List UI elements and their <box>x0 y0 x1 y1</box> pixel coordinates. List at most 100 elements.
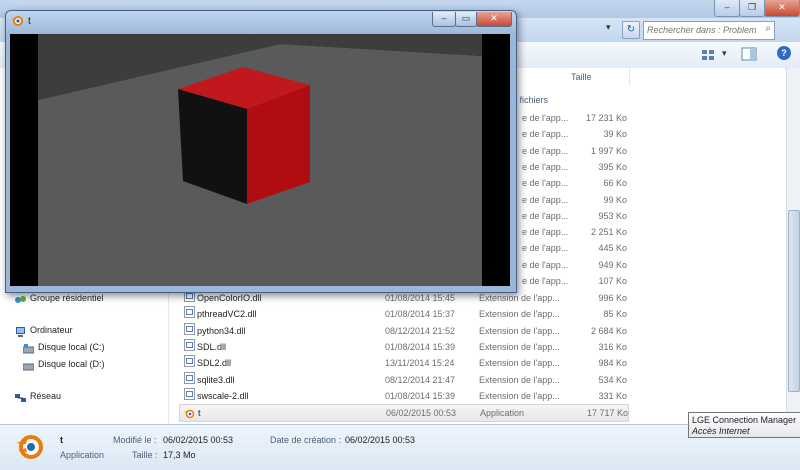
file-size: 534 Ko <box>598 374 627 385</box>
file-size: 331 Ko <box>598 390 627 401</box>
file-type: Extension de l'app... <box>479 325 560 336</box>
dll-file-icon <box>184 306 195 319</box>
details-file-kind: Application <box>60 450 105 460</box>
app-close-button[interactable]: ✕ <box>476 12 512 27</box>
file-name: SDL.dll <box>197 341 227 352</box>
network-icon <box>15 392 26 402</box>
file-type: Extension de l'app... <box>479 374 560 385</box>
3d-viewport[interactable] <box>10 34 510 286</box>
file-name: swscale-2.dll <box>197 390 249 401</box>
file-row[interactable]: SDL2.dll 13/11/2014 15:24 Extension de l'a… <box>179 355 627 371</box>
app-titlebar[interactable]: t – ▭ ✕ <box>6 11 516 33</box>
file-date: 01/08/2014 15:39 <box>385 341 456 352</box>
details-file-name: t <box>60 435 63 445</box>
file-size: 2 251 Ko <box>590 227 627 238</box>
help-icon[interactable]: ? <box>777 46 791 60</box>
file-name: pthreadVC2.dll <box>197 309 257 320</box>
file-type: e de l'app... <box>522 194 569 205</box>
preview-pane-icon[interactable] <box>741 47 757 61</box>
file-size: 39 Ko <box>603 129 627 140</box>
dll-file-icon <box>184 355 195 368</box>
file-size: 17 717 Ko <box>586 408 628 419</box>
view-dropdown-chevron-icon[interactable]: ▾ <box>722 48 727 59</box>
homegroup-icon <box>15 294 26 304</box>
file-row[interactable]: t 06/02/2015 00:53 Application 17 717 Ko <box>179 404 629 423</box>
group-header[interactable]: e fichiers <box>512 95 548 105</box>
file-row[interactable]: pthreadVC2.dll 01/08/2014 15:37 Extension … <box>179 306 627 322</box>
file-row[interactable]: swscale-2.dll 01/08/2014 15:39 Extension d… <box>179 387 627 404</box>
nav-item-label: Disque local (D:) <box>38 359 105 369</box>
chevron-down-icon[interactable]: ▾ <box>606 22 618 36</box>
blender-app-icon <box>14 431 44 461</box>
file-size: 445 Ko <box>598 243 627 254</box>
nav-item-label: Disque local (C:) <box>38 342 105 352</box>
file-size: 66 Ko <box>603 178 627 189</box>
file-type: e de l'app... <box>522 210 569 221</box>
file-row[interactable]: sqlite3.dll 08/12/2014 21:47 Extension de … <box>179 371 627 388</box>
details-modified-value: 06/02/2015 00:53 <box>163 435 234 445</box>
file-date: 13/11/2014 15:24 <box>385 358 455 369</box>
details-pane: t Application Modifié le : 06/02/2015 00… <box>0 424 800 470</box>
refresh-icon[interactable]: ↻ <box>622 21 640 39</box>
nav-item-disk-d[interactable]: Disque local (D:) <box>22 356 105 372</box>
dll-file-icon <box>184 387 195 400</box>
details-size-value: 17,3 Mo <box>163 450 196 460</box>
file-name: SDL2.dll <box>197 358 232 369</box>
drive-icon <box>22 343 35 354</box>
file-size: 953 Ko <box>598 210 627 221</box>
file-type: Application <box>480 408 525 419</box>
details-created-label: Date de création : <box>270 435 342 445</box>
file-date: 08/12/2014 21:52 <box>385 325 456 336</box>
file-type: Extension de l'app... <box>479 358 560 369</box>
app-window[interactable]: t – ▭ ✕ <box>5 10 517 293</box>
details-size-label: Taille : <box>132 450 158 460</box>
details-modified-label: Modifié le : <box>113 435 157 445</box>
explorer-maximize-button[interactable]: ❐ <box>739 0 765 17</box>
file-type: Extension de l'app... <box>479 341 560 352</box>
file-type: Extension de l'app... <box>479 390 560 401</box>
search-icon[interactable]: ⌕ <box>765 23 771 34</box>
tooltip-subtitle: Accès Internet <box>692 426 750 436</box>
file-type: e de l'app... <box>522 113 569 123</box>
file-size: 984 Ko <box>598 358 627 369</box>
file-row[interactable]: SDL.dll 01/08/2014 15:39 Extension de l'ap… <box>179 338 627 355</box>
file-type: e de l'app... <box>522 243 569 254</box>
file-size: 996 Ko <box>598 293 627 303</box>
view-options-icon[interactable] <box>701 49 715 61</box>
search-input[interactable] <box>644 22 760 37</box>
file-date: 06/02/2015 00:53 <box>386 408 457 419</box>
scrollbar-thumb[interactable] <box>788 210 800 392</box>
app-maximize-button[interactable]: ▭ <box>455 12 477 27</box>
tooltip-title: LGE Connection Manager <box>692 415 797 425</box>
file-type: Extension de l'app... <box>479 309 560 320</box>
file-date: 01/08/2014 15:37 <box>385 309 456 320</box>
tray-tooltip: LGE Connection Manager Accès Internet <box>688 412 800 438</box>
nav-item-computer[interactable]: Ordinateur <box>15 322 73 338</box>
nav-item-disk-c[interactable]: Disque local (C:) <box>22 339 105 355</box>
blender-title-icon <box>11 15 23 27</box>
column-header-size[interactable]: Taille <box>567 68 630 86</box>
dll-file-icon <box>184 371 195 384</box>
file-size: 85 Ko <box>603 309 627 320</box>
file-size: 949 Ko <box>598 259 627 270</box>
nav-item-label: Ordinateur <box>30 325 73 335</box>
file-size: 17 231 Ko <box>585 113 627 123</box>
computer-icon <box>15 326 26 337</box>
file-type: e de l'app... <box>522 145 569 156</box>
details-created-value: 06/02/2015 00:53 <box>345 435 416 445</box>
app-minimize-button[interactable]: – <box>432 12 456 27</box>
blender-file-icon <box>184 408 195 419</box>
file-type: e de l'app... <box>522 259 569 270</box>
nav-item-network[interactable]: Réseau <box>15 388 61 404</box>
file-row[interactable]: python34.dll 08/12/2014 21:52 Extension de… <box>179 322 627 339</box>
file-size: 107 Ko <box>598 276 627 286</box>
file-size: 2 684 Ko <box>590 325 627 336</box>
file-type: e de l'app... <box>522 129 569 140</box>
file-size: 395 Ko <box>598 161 627 172</box>
search-box[interactable]: ⌕ <box>643 21 775 40</box>
explorer-close-button[interactable]: ✕ <box>764 0 800 17</box>
explorer-minimize-button[interactable]: – <box>714 0 740 17</box>
nav-item-label: Groupe résidentiel <box>30 293 104 303</box>
nav-item-label: Réseau <box>30 391 62 401</box>
file-type: e de l'app... <box>522 276 569 286</box>
